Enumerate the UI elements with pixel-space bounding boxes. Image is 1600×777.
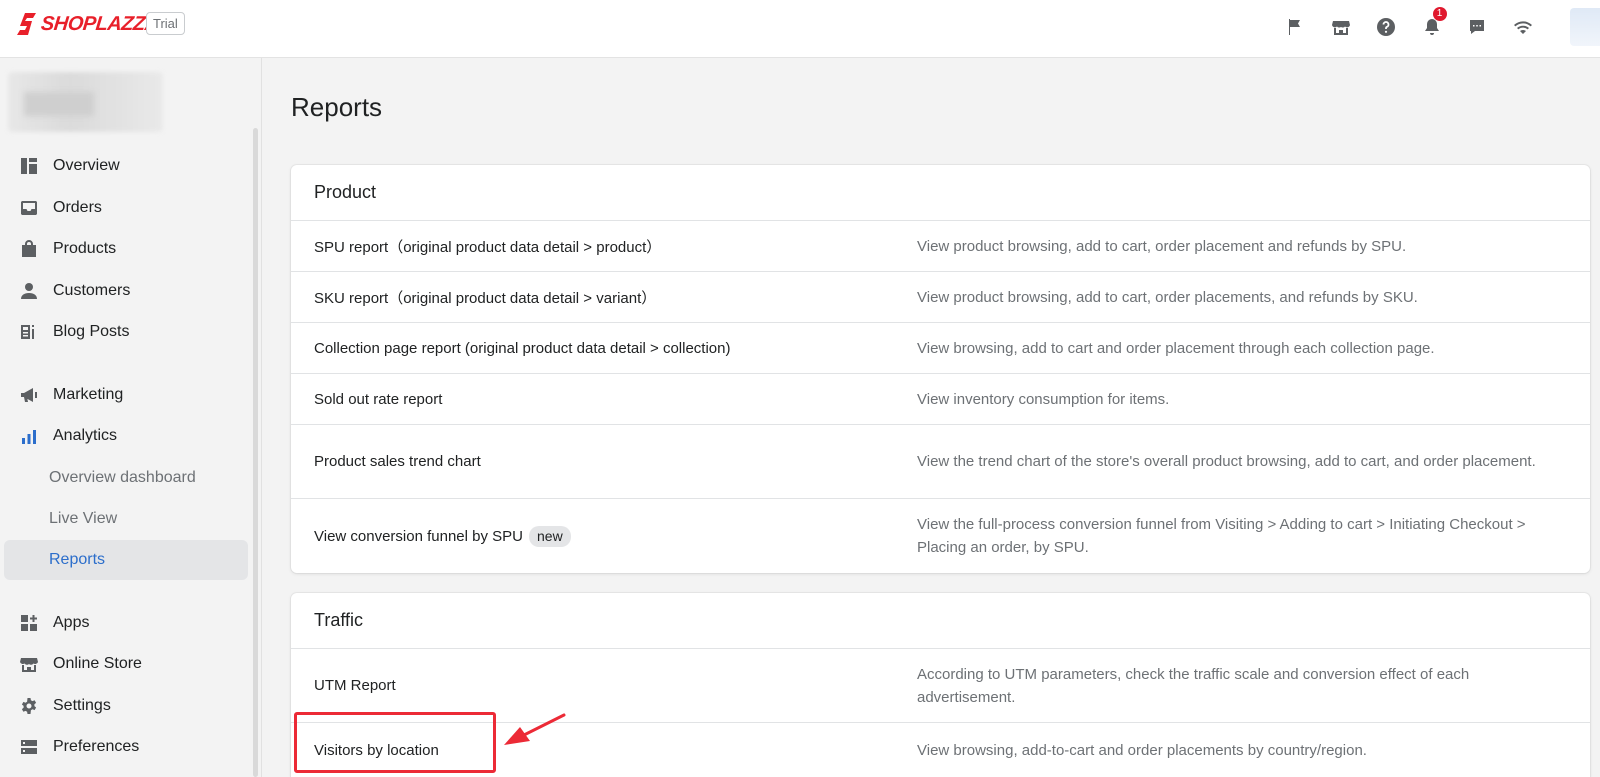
report-description: View the trend chart of the store's over… bbox=[917, 453, 1536, 470]
report-row-collection-page[interactable]: Collection page report (original product… bbox=[291, 323, 1590, 374]
report-description: View browsing, add to cart and order pla… bbox=[917, 339, 1435, 357]
tag-icon bbox=[19, 239, 39, 259]
sidebar-item-label: Preferences bbox=[53, 738, 140, 755]
flag-icon[interactable] bbox=[1280, 12, 1310, 42]
sidebar-subitem-label: Reports bbox=[49, 551, 106, 568]
store-icon[interactable] bbox=[1326, 12, 1356, 42]
gear-icon bbox=[19, 696, 39, 716]
sidebar-subitem-overview-dashboard[interactable]: Overview dashboard bbox=[4, 458, 248, 498]
report-row-product-sales-trend[interactable]: Product sales trend chart View the trend… bbox=[291, 425, 1590, 499]
sidebar-item-label: Settings bbox=[53, 697, 111, 714]
top-bar: SHOPLAZZA Trial 1 bbox=[0, 0, 1600, 58]
report-name: Collection page report (original product… bbox=[314, 339, 731, 357]
report-name: SPU report（original product data detail … bbox=[314, 238, 662, 256]
annotation-arrow-icon bbox=[504, 713, 566, 745]
bell-icon[interactable]: 1 bbox=[1417, 7, 1447, 42]
report-description: View product browsing, add to cart, orde… bbox=[917, 288, 1418, 306]
sidebar-item-label: Analytics bbox=[53, 427, 118, 444]
report-name: View conversion funnel by SPU bbox=[314, 527, 524, 545]
avatar[interactable] bbox=[1570, 8, 1600, 46]
sidebar-item-orders[interactable]: Orders bbox=[4, 188, 248, 228]
sidebar-item-label: Blog Posts bbox=[53, 323, 130, 340]
sidebar-item-overview[interactable]: Overview bbox=[4, 146, 248, 186]
sidebar-item-customers[interactable]: Customers bbox=[4, 271, 248, 311]
report-name: UTM Report bbox=[314, 677, 396, 694]
shoplazza-logo[interactable]: SHOPLAZZA bbox=[16, 12, 160, 36]
sidebar-item-label: Apps bbox=[53, 614, 90, 631]
store-name-blurred bbox=[24, 92, 94, 116]
person-icon bbox=[19, 281, 39, 301]
blog-icon bbox=[19, 322, 39, 342]
sidebar-item-label: Orders bbox=[53, 199, 102, 216]
shoplazza-logo-icon bbox=[17, 13, 36, 35]
sidebar-subitem-label: Live View bbox=[49, 510, 118, 527]
report-description: View the full-process conversion funnel … bbox=[917, 516, 1526, 556]
apps-icon bbox=[19, 613, 39, 633]
page-title: Reports bbox=[291, 92, 383, 122]
sidebar-item-label: Overview bbox=[53, 157, 120, 174]
annotation-highlight-box bbox=[294, 712, 496, 773]
report-description: View browsing, add-to-cart and order pla… bbox=[917, 741, 1367, 759]
brand-name: SHOPLAZZA bbox=[39, 12, 160, 35]
sidebar-item-settings[interactable]: Settings bbox=[4, 686, 248, 726]
report-name: Sold out rate report bbox=[314, 390, 443, 408]
section-title-traffic: Traffic bbox=[291, 593, 1590, 649]
notification-count-badge: 1 bbox=[1432, 7, 1447, 21]
sidebar: Overview Orders Products Customers Blog … bbox=[0, 58, 262, 777]
sidebar-item-blog-posts[interactable]: Blog Posts bbox=[4, 312, 248, 352]
sidebar-item-preferences[interactable]: Preferences bbox=[4, 727, 248, 767]
product-reports-card: Product SPU report（original product data… bbox=[291, 165, 1590, 573]
sidebar-item-apps[interactable]: Apps bbox=[4, 603, 248, 643]
megaphone-icon bbox=[19, 385, 39, 405]
sidebar-subitem-live-view[interactable]: Live View bbox=[4, 499, 248, 539]
dashboard-icon bbox=[19, 156, 39, 176]
sidebar-item-label: Marketing bbox=[53, 386, 124, 403]
sidebar-item-online-store[interactable]: Online Store bbox=[4, 644, 248, 684]
sidebar-item-products[interactable]: Products bbox=[4, 229, 248, 269]
report-row-spu[interactable]: SPU report（original product data detail … bbox=[291, 221, 1590, 272]
sidebar-item-label: Online Store bbox=[53, 655, 142, 672]
sidebar-subitem-label: Overview dashboard bbox=[49, 469, 196, 486]
help-icon[interactable] bbox=[1371, 12, 1401, 42]
report-row-sku[interactable]: SKU report（original product data detail … bbox=[291, 272, 1590, 323]
report-description: According to UTM parameters, check the t… bbox=[917, 665, 1470, 706]
sidebar-item-analytics[interactable]: Analytics bbox=[4, 416, 248, 456]
report-row-conversion-funnel[interactable]: View conversion funnel by SPU new View t… bbox=[291, 499, 1590, 573]
section-title-product: Product bbox=[291, 165, 1590, 221]
report-name: Product sales trend chart bbox=[314, 453, 481, 470]
sidebar-item-label: Products bbox=[53, 240, 117, 257]
preferences-icon bbox=[19, 737, 39, 757]
report-name-with-badge: View conversion funnel by SPU new bbox=[291, 525, 917, 547]
wifi-icon[interactable] bbox=[1508, 12, 1538, 42]
chat-icon[interactable] bbox=[1462, 12, 1492, 42]
trial-badge: Trial bbox=[146, 12, 185, 35]
analytics-icon bbox=[19, 426, 39, 446]
sidebar-scrollbar[interactable] bbox=[253, 128, 258, 777]
report-description: View product browsing, add to cart, orde… bbox=[917, 237, 1407, 255]
new-badge: new bbox=[529, 525, 571, 547]
inbox-icon bbox=[19, 198, 39, 218]
report-name: SKU report（original product data detail … bbox=[314, 289, 657, 307]
sidebar-item-label: Customers bbox=[53, 282, 131, 299]
store-icon bbox=[19, 654, 39, 674]
report-description: View inventory consumption for items. bbox=[917, 390, 1170, 408]
sidebar-subitem-reports[interactable]: Reports bbox=[4, 540, 248, 580]
sidebar-item-marketing[interactable]: Marketing bbox=[4, 375, 248, 415]
report-row-sold-out-rate[interactable]: Sold out rate report View inventory cons… bbox=[291, 374, 1590, 425]
